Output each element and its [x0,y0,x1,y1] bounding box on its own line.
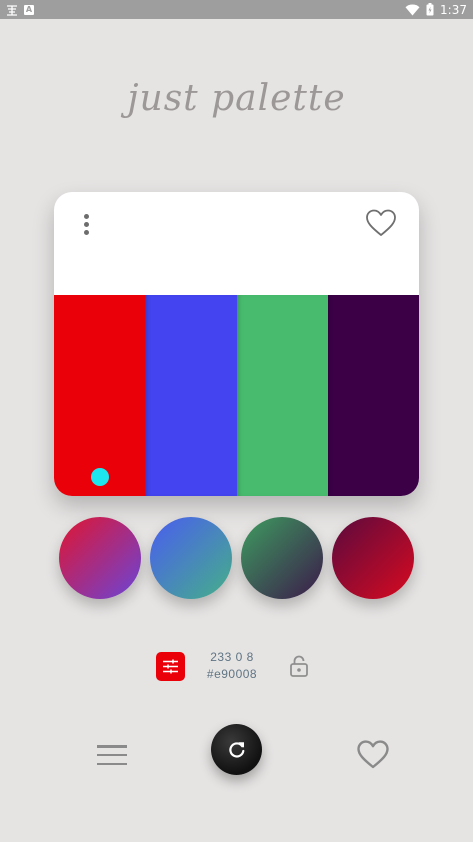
color-rgb: 233 0 8 [210,650,254,664]
gradient-circle-4[interactable] [332,517,414,599]
status-left: A [6,4,34,16]
palette-swatches [54,295,419,496]
swatch-3[interactable] [236,295,328,496]
gradient-circle-2[interactable] [150,517,232,599]
swatch-1[interactable] [54,295,146,496]
gradient-previews [59,517,414,599]
a-notification-icon: A [24,4,34,15]
menu-button[interactable] [97,743,127,767]
status-time: 1:37 [440,2,467,17]
status-right: 1:37 [405,3,467,17]
color-hex: #e90008 [206,667,258,681]
favorites-heart-icon[interactable] [356,739,390,770]
dot-icon [83,229,89,235]
status-bar: A 1:37 [0,0,473,19]
generate-palette-button[interactable] [211,724,262,775]
color-values: 233 0 8 #e90008 [204,649,260,683]
menu-line [97,745,127,748]
menu-line [97,762,127,765]
selected-marker [91,468,109,486]
refresh-icon [228,741,244,758]
sliders-icon [163,659,178,673]
swatch-4[interactable] [327,295,419,496]
heart-icon[interactable] [365,208,397,238]
dot-icon [83,213,89,219]
wifi-icon [405,4,420,15]
card-more-menu-button[interactable] [76,210,96,238]
gradient-circle-3[interactable] [241,517,323,599]
adjust-color-button[interactable] [156,651,185,681]
lock-icon[interactable] [289,654,309,678]
palette-card [54,192,419,496]
battery-icon [426,3,434,16]
app-notification-icon [7,4,17,16]
swatch-2[interactable] [145,295,237,496]
menu-line [97,753,127,757]
color-info-row: 233 0 8 #e90008 [156,650,309,682]
app-logo: just palette [127,78,346,119]
dot-icon [83,221,89,227]
gradient-circle-1[interactable] [59,517,141,599]
